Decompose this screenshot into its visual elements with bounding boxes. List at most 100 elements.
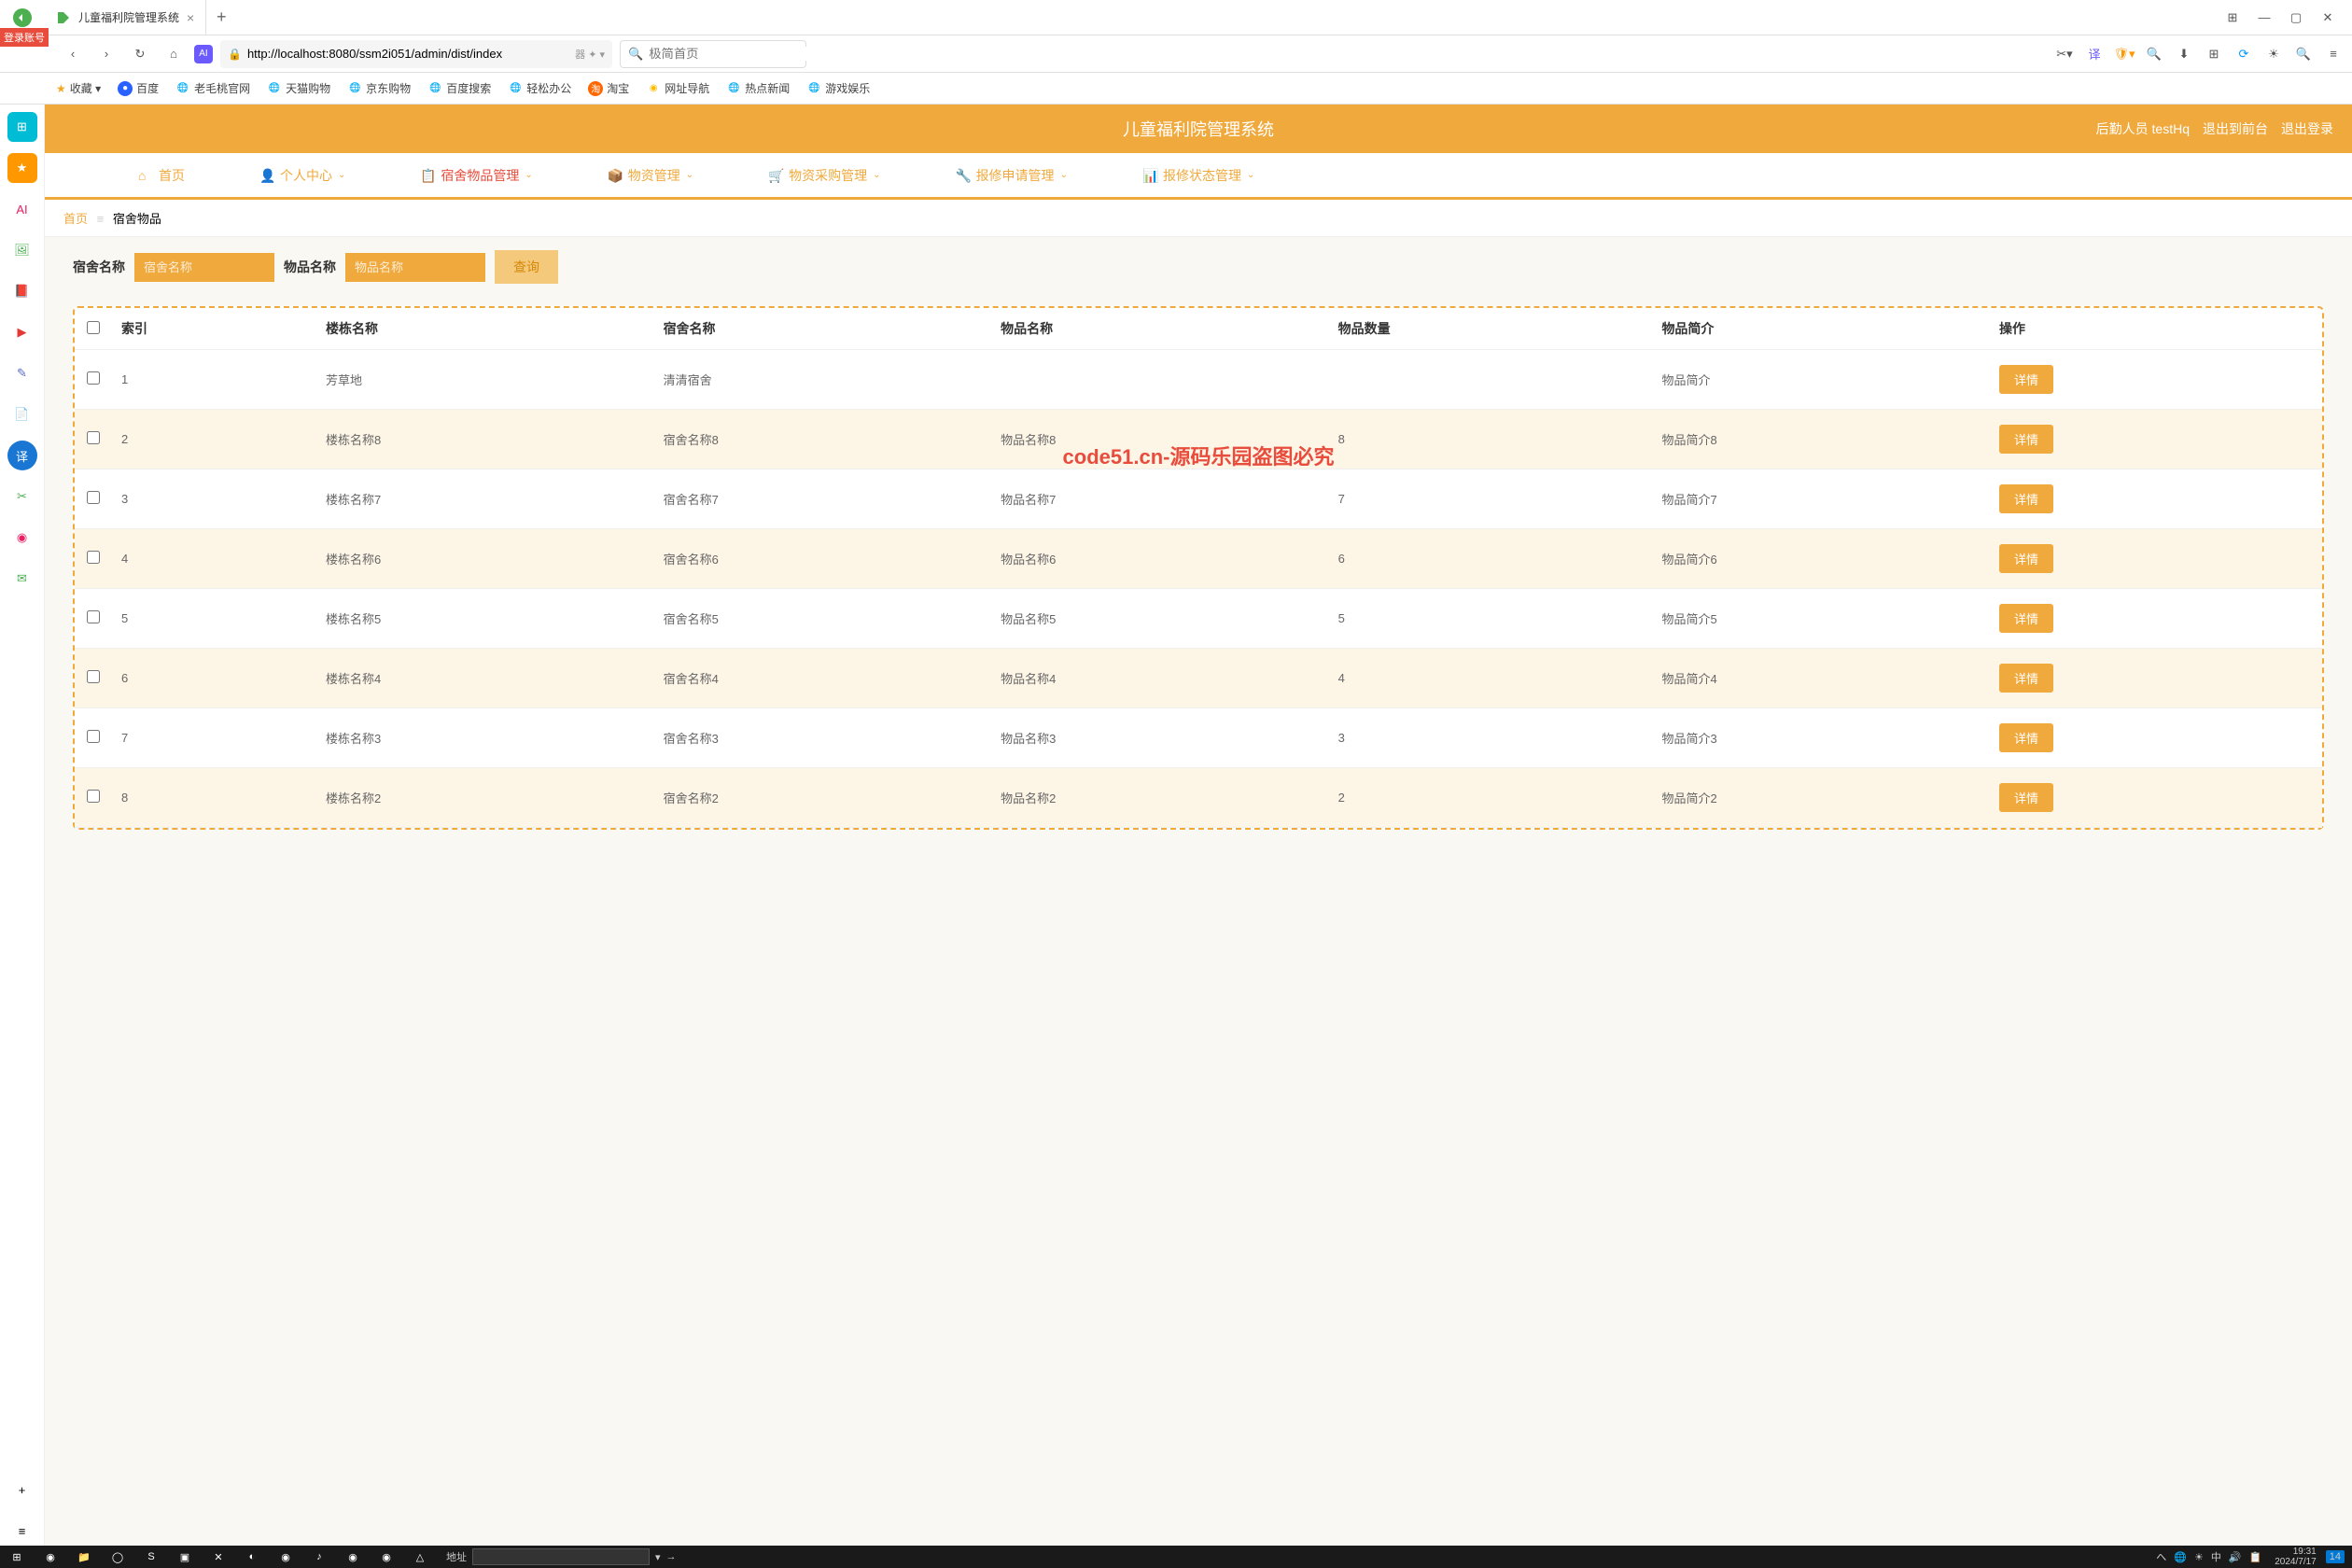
apps-icon[interactable]: ⊞ bbox=[2203, 43, 2225, 65]
breadcrumb-home[interactable]: 首页 bbox=[63, 212, 88, 226]
new-tab-button[interactable]: + bbox=[206, 7, 236, 27]
rail-scissors-icon[interactable]: ✂ bbox=[7, 482, 37, 511]
rail-ai-icon[interactable]: AI bbox=[7, 194, 37, 224]
nav-item-home[interactable]: ⌂首页 bbox=[138, 166, 185, 185]
taskbar-app-icon[interactable]: ♪ bbox=[302, 1546, 336, 1568]
bookmark-baidusearch[interactable]: 🌐百度搜索 bbox=[427, 80, 491, 96]
bookmark-office[interactable]: 🌐轻松办公 bbox=[508, 80, 571, 96]
bookmark-tmall[interactable]: 🌐天猫购物 bbox=[267, 80, 330, 96]
translate-icon[interactable]: 译 bbox=[2083, 43, 2106, 65]
bookmark-favorites[interactable]: ★收藏 ▾ bbox=[56, 80, 101, 96]
rail-star-icon[interactable]: ★ bbox=[7, 153, 37, 183]
logout-link[interactable]: 退出登录 bbox=[2281, 119, 2333, 138]
nav-reload-icon[interactable]: ↻ bbox=[127, 41, 153, 67]
browser-search-bar[interactable]: 🔍 bbox=[620, 40, 806, 68]
taskbar-app-icon[interactable]: 📁 bbox=[67, 1546, 101, 1568]
logout-front-link[interactable]: 退出到前台 bbox=[2203, 119, 2268, 138]
nav-back-icon[interactable]: ‹ bbox=[60, 41, 86, 67]
row-checkbox[interactable] bbox=[87, 371, 100, 385]
row-checkbox[interactable] bbox=[87, 491, 100, 504]
search-button[interactable]: 查询 bbox=[495, 250, 558, 284]
rail-mail-icon[interactable]: ✉ bbox=[7, 564, 37, 594]
nav-item-wrench[interactable]: 🔧报修申请管理⌄ bbox=[956, 166, 1068, 185]
taskbar-clock[interactable]: 19:31 2024/7/17 bbox=[2275, 1547, 2317, 1567]
window-close-icon[interactable]: ✕ bbox=[2315, 5, 2341, 31]
nav-item-file[interactable]: 📋宿舍物品管理⌄ bbox=[420, 166, 532, 185]
scissors-icon[interactable]: ✂▾ bbox=[2053, 43, 2076, 65]
rail-weibo-icon[interactable]: ◉ bbox=[7, 523, 37, 553]
nav-item-cart[interactable]: 🛒物资采购管理⌄ bbox=[768, 166, 880, 185]
taskbar-app-icon[interactable]: ⊞ bbox=[0, 1546, 34, 1568]
taskbar-app-icon[interactable]: ◯ bbox=[101, 1546, 134, 1568]
login-badge[interactable]: 登录账号 bbox=[0, 28, 49, 47]
search-input-item[interactable] bbox=[345, 253, 485, 282]
detail-button[interactable]: 详情 bbox=[1999, 664, 2053, 693]
nav-home-icon[interactable]: ⌂ bbox=[161, 41, 187, 67]
tray-icon[interactable]: ☀ bbox=[2194, 1552, 2204, 1563]
shield-icon[interactable]: 🛡▾ bbox=[2113, 43, 2135, 65]
zoom-icon[interactable]: 🔍 bbox=[2292, 43, 2315, 65]
tray-icon[interactable]: 🔊 bbox=[2229, 1552, 2242, 1563]
detail-button[interactable]: 详情 bbox=[1999, 365, 2053, 394]
bookmark-navsite[interactable]: ◉网址导航 bbox=[646, 80, 709, 96]
theme-icon[interactable]: ☀ bbox=[2262, 43, 2285, 65]
select-all-checkbox[interactable] bbox=[87, 321, 100, 334]
rail-video-icon[interactable]: ▶ bbox=[7, 317, 37, 347]
taskbar-app-icon[interactable]: S bbox=[134, 1546, 168, 1568]
detail-button[interactable]: 详情 bbox=[1999, 425, 2053, 454]
search-input-dorm[interactable] bbox=[134, 253, 274, 282]
address-bar[interactable]: 🔒 器 ✦ ▾ bbox=[220, 40, 612, 68]
row-checkbox[interactable] bbox=[87, 610, 100, 623]
nav-item-user[interactable]: 👤个人中心⌄ bbox=[259, 166, 345, 185]
detail-button[interactable]: 详情 bbox=[1999, 484, 2053, 513]
rail-pdf-icon[interactable]: 📕 bbox=[7, 276, 37, 306]
taskbar-addr-dropdown-icon[interactable]: ▾ bbox=[655, 1551, 661, 1563]
bookmark-baidu[interactable]: ●百度 bbox=[118, 80, 159, 96]
refresh-icon[interactable]: ⟳ bbox=[2233, 43, 2255, 65]
taskbar-app-icon[interactable]: △ bbox=[403, 1546, 437, 1568]
bookmark-taobao[interactable]: 淘淘宝 bbox=[588, 80, 629, 96]
tray-icon[interactable]: へ bbox=[2156, 1552, 2166, 1563]
magnify-icon[interactable]: 🔍 bbox=[2143, 43, 2165, 65]
notification-badge[interactable]: 14 bbox=[2326, 1550, 2345, 1563]
download-icon[interactable]: ⬇ bbox=[2173, 43, 2195, 65]
ai-badge-icon[interactable]: AI bbox=[194, 45, 213, 63]
taskbar-app-icon[interactable]: ▣ bbox=[168, 1546, 202, 1568]
rail-image-icon[interactable]: 🖼 bbox=[7, 235, 37, 265]
url-suffix[interactable]: 器 ✦ ▾ bbox=[575, 47, 605, 62]
menu-icon[interactable]: ≡ bbox=[2322, 43, 2345, 65]
bookmark-games[interactable]: 🌐游戏娱乐 bbox=[806, 80, 870, 96]
rail-translate-icon[interactable]: 译 bbox=[7, 441, 37, 470]
detail-button[interactable]: 详情 bbox=[1999, 783, 2053, 812]
taskbar-app-icon[interactable]: ◉ bbox=[34, 1546, 67, 1568]
row-checkbox[interactable] bbox=[87, 790, 100, 803]
taskbar-app-icon[interactable]: ◐ bbox=[235, 1546, 269, 1568]
browser-search-input[interactable] bbox=[649, 47, 814, 61]
url-input[interactable] bbox=[247, 47, 569, 61]
window-extension-icon[interactable]: ⊞ bbox=[2219, 5, 2246, 31]
row-checkbox[interactable] bbox=[87, 670, 100, 683]
nav-item-box[interactable]: 📦物资管理⌄ bbox=[608, 166, 693, 185]
detail-button[interactable]: 详情 bbox=[1999, 604, 2053, 633]
rail-menu-icon[interactable]: ≡ bbox=[7, 1516, 37, 1546]
rail-edit-icon[interactable]: ✎ bbox=[7, 358, 37, 388]
row-checkbox[interactable] bbox=[87, 551, 100, 564]
rail-plus-icon[interactable]: ⊞ bbox=[7, 112, 37, 142]
tray-icon[interactable]: 🌐 bbox=[2174, 1552, 2187, 1563]
nav-forward-icon[interactable]: › bbox=[93, 41, 119, 67]
taskbar-app-icon[interactable]: ◉ bbox=[269, 1546, 302, 1568]
detail-button[interactable]: 详情 bbox=[1999, 723, 2053, 752]
window-minimize-icon[interactable]: — bbox=[2251, 5, 2277, 31]
bookmark-jd[interactable]: 🌐京东购物 bbox=[347, 80, 411, 96]
taskbar-app-icon[interactable]: ◉ bbox=[336, 1546, 370, 1568]
taskbar-app-icon[interactable]: ◉ bbox=[370, 1546, 403, 1568]
browser-tab-active[interactable]: 儿童福利院管理系统 × bbox=[45, 0, 206, 35]
nav-item-status[interactable]: 📊报修状态管理⌄ bbox=[1142, 166, 1254, 185]
row-checkbox[interactable] bbox=[87, 730, 100, 743]
tray-icon[interactable]: 📋 bbox=[2249, 1552, 2262, 1563]
detail-button[interactable]: 详情 bbox=[1999, 544, 2053, 573]
taskbar-app-icon[interactable]: ✕ bbox=[202, 1546, 235, 1568]
rail-doc-icon[interactable]: 📄 bbox=[7, 399, 37, 429]
tab-close-icon[interactable]: × bbox=[187, 10, 194, 25]
rail-add-icon[interactable]: + bbox=[7, 1475, 37, 1505]
